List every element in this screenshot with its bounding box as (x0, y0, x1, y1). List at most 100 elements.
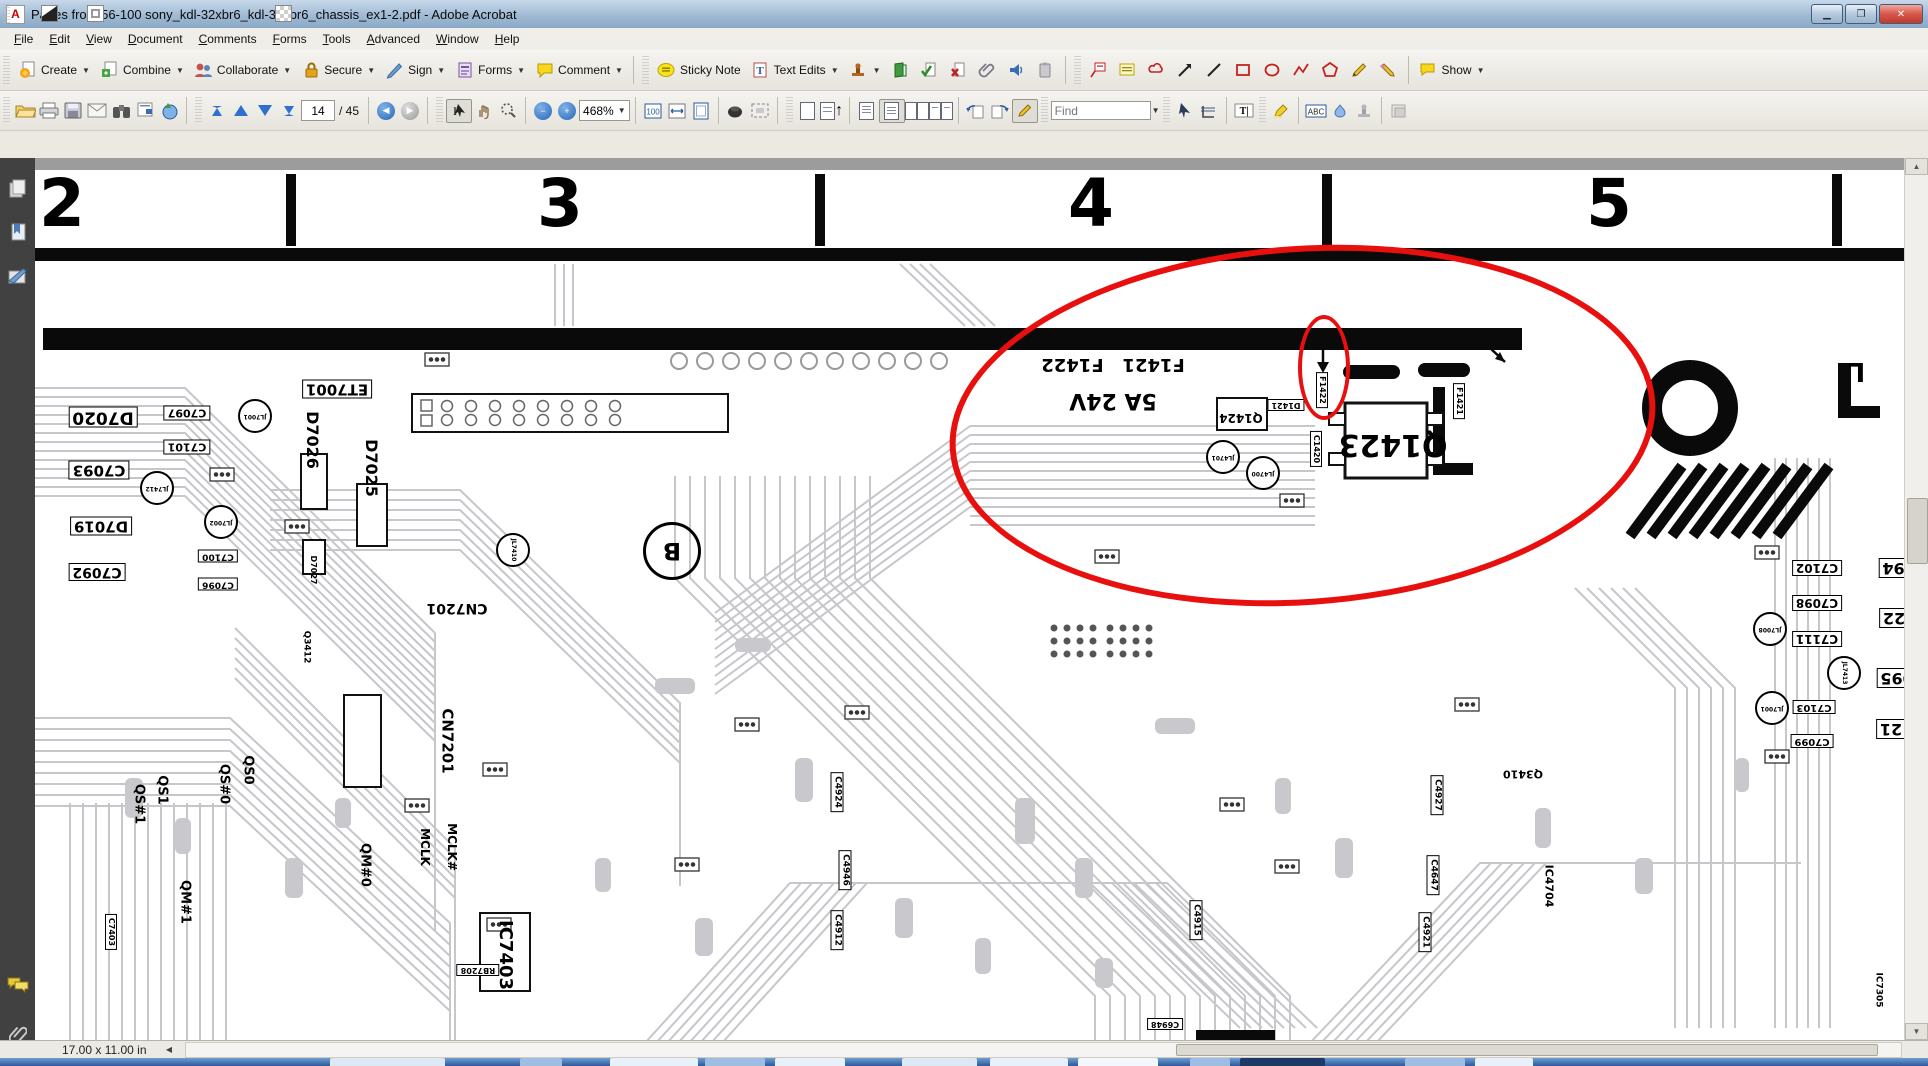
sign-button[interactable]: Sign ▼ (380, 58, 450, 83)
open-button[interactable] (13, 100, 37, 122)
save-button[interactable] (61, 100, 85, 122)
snapshot-button[interactable] (724, 100, 748, 122)
menu-item-document[interactable]: Document (120, 29, 191, 49)
signatures-panel-icon[interactable] (7, 266, 29, 288)
next-page-button[interactable] (253, 100, 277, 122)
pencil-tool-button[interactable] (1345, 58, 1374, 83)
toolbar-grip[interactable] (1073, 56, 1081, 84)
toolbar-grip[interactable] (3, 4, 10, 23)
highlight-text-button[interactable] (1269, 100, 1293, 122)
menu-item-comments[interactable]: Comments (191, 29, 265, 49)
taskbar-button[interactable] (705, 1058, 765, 1066)
upload-acrobat-button[interactable] (157, 100, 181, 122)
cloud-tool-button[interactable] (1142, 58, 1171, 83)
two-up-continuous-button[interactable] (928, 100, 953, 122)
actual-size-button[interactable]: 100 (641, 100, 665, 122)
taskbar-button[interactable] (990, 1058, 1068, 1066)
crop-pages-button[interactable] (1197, 100, 1221, 122)
scroll-up-arrow[interactable]: ▲ (1905, 158, 1928, 175)
previous-view-button[interactable]: ◀ (374, 100, 398, 122)
enable-scrolling-button[interactable]: ↑ (820, 100, 844, 122)
two-up-button[interactable] (904, 100, 929, 122)
restore-button[interactable]: ❐ (1845, 4, 1877, 24)
previous-page-button[interactable] (229, 100, 253, 122)
toolbar-grip[interactable] (3, 56, 10, 84)
find-input[interactable] (1050, 101, 1151, 120)
pages-panel-icon[interactable] (7, 178, 29, 200)
windows-taskbar[interactable] (0, 1058, 1928, 1066)
fit-width-button[interactable] (665, 100, 689, 122)
menu-item-forms[interactable]: Forms (265, 29, 315, 49)
line-color-swatch[interactable] (37, 3, 61, 25)
line-tool-button[interactable] (1200, 58, 1229, 83)
show-button[interactable]: Show ▼ (1414, 58, 1490, 83)
first-page-button[interactable] (205, 100, 229, 122)
continuous-page-button[interactable] (855, 100, 879, 122)
approve-stamp-button[interactable] (886, 58, 915, 83)
zoom-out-button[interactable]: − (531, 100, 555, 122)
taskbar-button[interactable] (902, 1058, 977, 1066)
toolbar-grip[interactable] (785, 96, 793, 125)
touchup-text-button[interactable]: T| (1232, 100, 1256, 122)
paste-clipboard-button[interactable] (1031, 58, 1060, 83)
menu-item-window[interactable]: Window (428, 29, 487, 49)
comment-button[interactable]: Comment ▼ (530, 58, 628, 83)
toolbar-grip[interactable] (1258, 96, 1266, 125)
checkmark-doc-button[interactable] (915, 58, 944, 83)
polygon-line-tool-button[interactable] (1287, 58, 1316, 83)
select-tool-button[interactable]: I (446, 98, 473, 123)
cross-doc-button[interactable] (944, 58, 973, 83)
select-frame-button[interactable] (748, 100, 772, 122)
taskbar-button[interactable] (1190, 1058, 1230, 1066)
toolbar-grip[interactable] (436, 96, 444, 125)
rotate-cw-button[interactable] (988, 100, 1012, 122)
taskbar-button[interactable] (1475, 1058, 1533, 1066)
horizontal-scrollbar[interactable] (185, 1042, 1902, 1058)
polygon-tool-button[interactable] (1316, 58, 1345, 83)
collaborate-doc-button[interactable] (133, 100, 157, 122)
menu-item-view[interactable]: View (78, 29, 120, 49)
taskbar-button[interactable] (610, 1058, 698, 1066)
taskbar-button[interactable] (1405, 1058, 1465, 1066)
rectangle-tool-button[interactable] (1229, 58, 1258, 83)
drawing-markup-tool-button[interactable] (1011, 98, 1038, 123)
stamp-gray-button[interactable] (1352, 100, 1376, 122)
pdf-page[interactable]: 2 3 4 5 D7020 C7097 C7101 C7093 D7019 C7092 C7100 C… (35, 158, 1905, 1040)
pencil-eraser-tool-button[interactable] (1374, 58, 1403, 83)
menu-item-advanced[interactable]: Advanced (359, 29, 428, 49)
menu-item-help[interactable]: Help (487, 29, 528, 49)
taskbar-button-active[interactable] (1240, 1058, 1325, 1066)
text-box-tool-button[interactable] (1113, 58, 1142, 83)
taskbar-button[interactable] (330, 1058, 445, 1066)
attach-file-button[interactable] (973, 58, 1002, 83)
fill-swatch[interactable] (84, 3, 108, 25)
vertical-scroll-thumb[interactable] (1907, 498, 1928, 564)
scroll-left-arrow[interactable]: ◀ (162, 1043, 176, 1056)
bookmarks-panel-icon[interactable] (7, 222, 29, 244)
menu-item-edit[interactable]: Edit (41, 29, 78, 49)
record-audio-button[interactable] (1002, 58, 1031, 83)
combine-button[interactable]: Combine ▼ (95, 58, 189, 83)
scroll-down-arrow[interactable]: ▼ (1905, 1023, 1928, 1040)
text-edits-button[interactable]: T Text Edits ▼ (746, 58, 844, 83)
print-preview-button[interactable] (1387, 100, 1411, 122)
close-button[interactable]: ✕ (1879, 4, 1923, 24)
next-view-button[interactable]: ▶ (398, 100, 422, 122)
toolbar-grip[interactable] (641, 56, 649, 84)
page-number-input[interactable] (301, 100, 335, 121)
opacity-swatch[interactable] (272, 3, 296, 25)
rotate-ccw-button[interactable] (964, 100, 988, 122)
taskbar-button[interactable] (520, 1058, 562, 1066)
single-page-button[interactable] (796, 100, 820, 122)
horizontal-scroll-thumb[interactable] (1176, 1044, 1878, 1056)
menu-item-tools[interactable]: Tools (315, 29, 359, 49)
search-button[interactable] (109, 100, 133, 122)
taskbar-button[interactable] (1078, 1058, 1158, 1066)
select-object-button[interactable] (1173, 100, 1197, 122)
hand-tool-button[interactable] (472, 100, 496, 122)
sticky-note-button[interactable]: Sticky Note (652, 58, 746, 83)
print-button[interactable] (37, 100, 61, 122)
taskbar-button[interactable] (775, 1058, 845, 1066)
toolbar-grip[interactable] (1040, 96, 1048, 125)
last-page-button[interactable] (277, 100, 301, 122)
